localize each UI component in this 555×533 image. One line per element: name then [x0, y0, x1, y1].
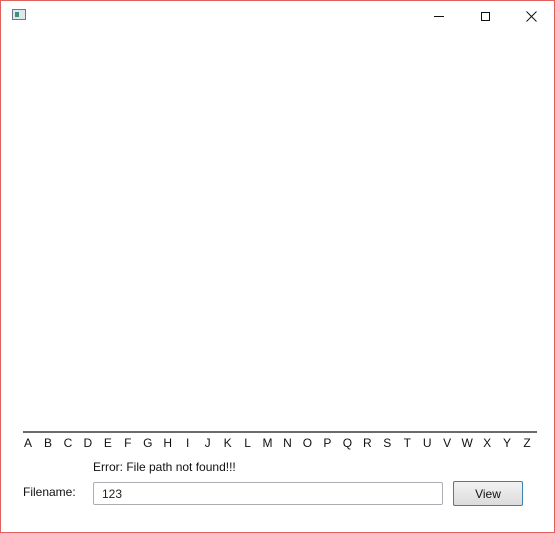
maximize-icon — [480, 11, 490, 21]
letter-u[interactable]: U — [419, 435, 435, 451]
view-button[interactable]: View — [453, 481, 523, 506]
title-bar[interactable] — [1, 1, 554, 31]
letter-c[interactable]: C — [60, 435, 76, 451]
letter-g[interactable]: G — [140, 435, 156, 451]
letter-b[interactable]: B — [40, 435, 56, 451]
filename-input[interactable] — [93, 482, 443, 505]
letter-r[interactable]: R — [359, 435, 375, 451]
letter-e[interactable]: E — [100, 435, 116, 451]
letter-m[interactable]: M — [260, 435, 276, 451]
close-icon — [525, 10, 537, 22]
letter-i[interactable]: I — [180, 435, 196, 451]
window-app-icon — [12, 9, 26, 20]
letter-h[interactable]: H — [160, 435, 176, 451]
letter-w[interactable]: W — [459, 435, 475, 451]
letter-z[interactable]: Z — [519, 435, 535, 451]
letter-v[interactable]: V — [439, 435, 455, 451]
maximize-button[interactable] — [462, 1, 508, 31]
letter-k[interactable]: K — [220, 435, 236, 451]
letter-l[interactable]: L — [240, 435, 256, 451]
letter-o[interactable]: O — [299, 435, 315, 451]
letter-q[interactable]: Q — [339, 435, 355, 451]
letter-a[interactable]: A — [20, 435, 36, 451]
error-message: Error: File path not found!!! — [93, 460, 236, 474]
letter-y[interactable]: Y — [499, 435, 515, 451]
minimize-icon — [434, 15, 444, 17]
separator-line — [23, 431, 537, 433]
letter-f[interactable]: F — [120, 435, 136, 451]
alphabet-index: ABCDEFGHIJKLMNOPQRSTUVWXYZ — [24, 435, 539, 451]
minimize-button[interactable] — [416, 1, 462, 31]
letter-s[interactable]: S — [379, 435, 395, 451]
content-area — [2, 31, 553, 429]
close-button[interactable] — [508, 1, 554, 31]
letter-d[interactable]: D — [80, 435, 96, 451]
letter-p[interactable]: P — [319, 435, 335, 451]
letter-x[interactable]: X — [479, 435, 495, 451]
letter-t[interactable]: T — [399, 435, 415, 451]
letter-n[interactable]: N — [279, 435, 295, 451]
filename-label: Filename: — [23, 485, 76, 499]
letter-j[interactable]: J — [200, 435, 216, 451]
app-window — [0, 0, 555, 533]
